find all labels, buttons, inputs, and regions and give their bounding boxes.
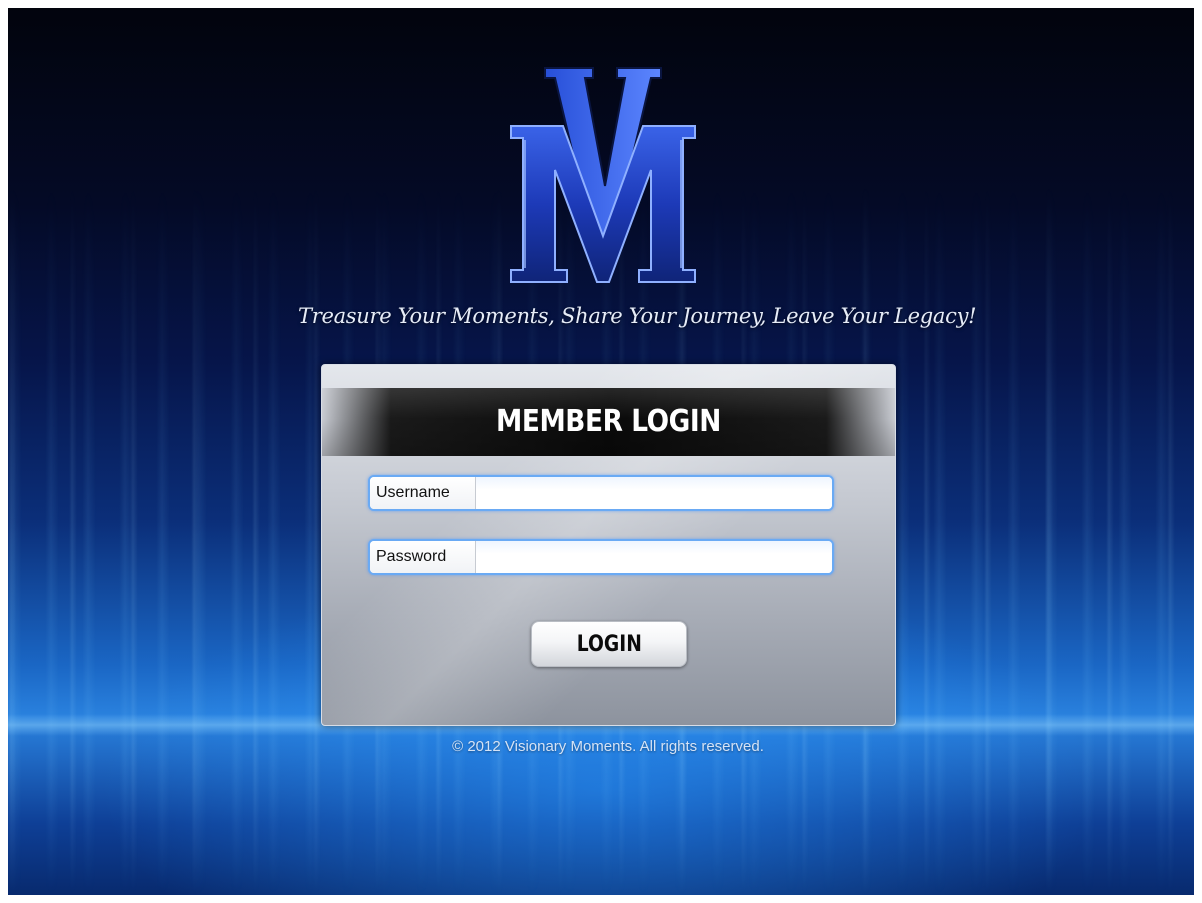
password-field[interactable]: Password [368,539,834,575]
tagline: Treasure Your Moments, Share Your Journe… [298,304,977,328]
username-input[interactable] [476,477,832,509]
password-input[interactable] [476,541,832,573]
username-field[interactable]: Username [368,475,834,511]
login-title: MEMBER LOGIN [496,404,721,439]
username-label: Username [370,477,476,509]
member-login-panel: MEMBER LOGIN Username Password LOGIN [321,364,896,726]
password-label: Password [370,541,476,573]
login-screen: Treasure Your Moments, Share Your Journe… [8,8,1194,895]
vm-logo-icon [510,67,696,283]
copyright-text: © 2012 Visionary Moments. All rights res… [452,738,764,755]
panel-header: MEMBER LOGIN [322,388,895,456]
login-button-label: LOGIN [576,631,642,657]
login-button[interactable]: LOGIN [531,621,687,667]
